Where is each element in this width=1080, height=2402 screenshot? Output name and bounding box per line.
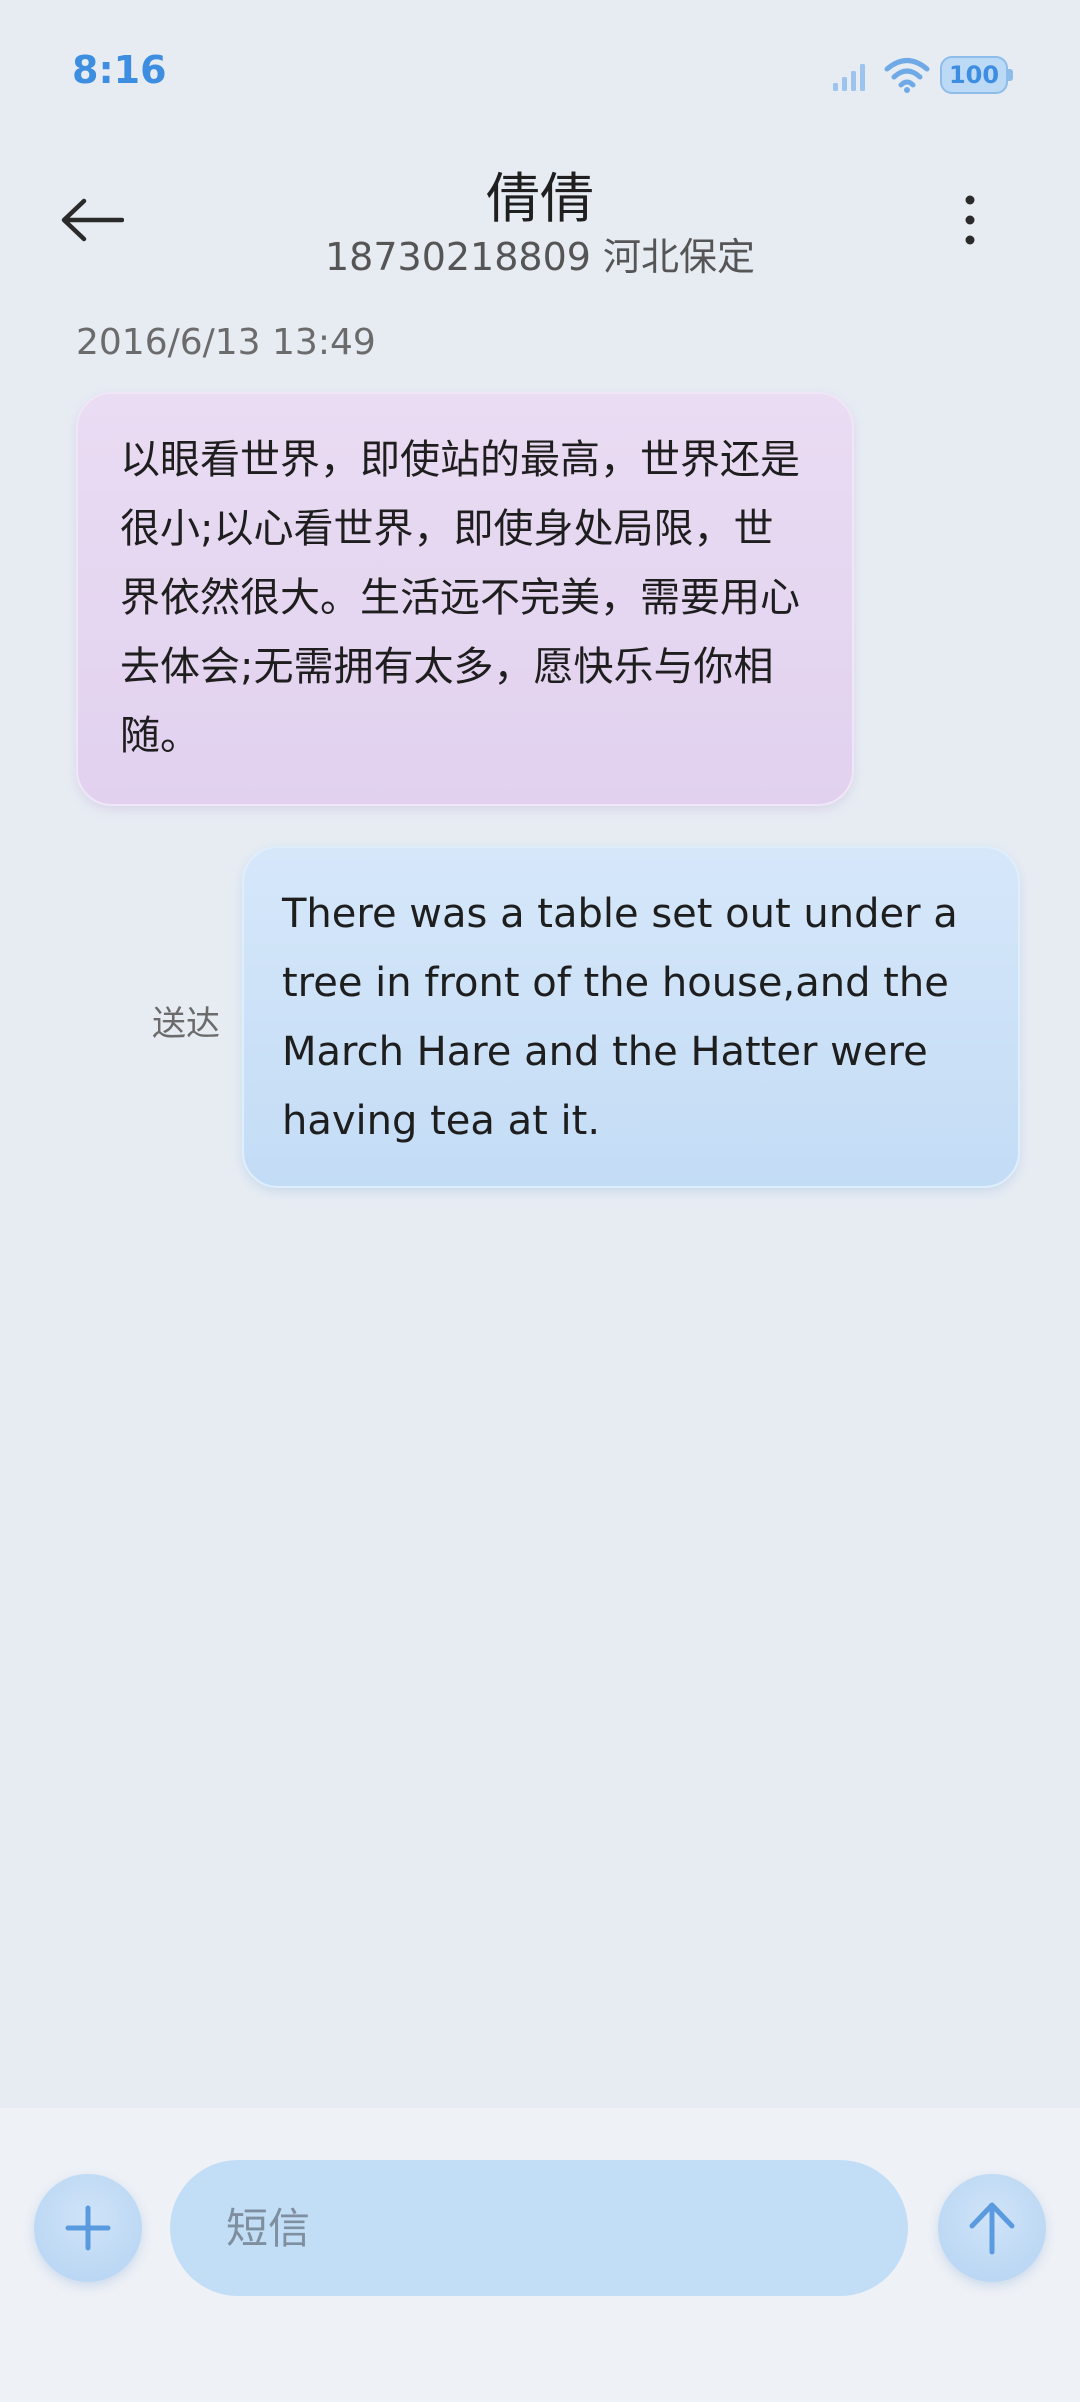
conversation-header: 倩倩 18730218809 河北保定 bbox=[0, 150, 1080, 290]
plus-icon bbox=[65, 2205, 111, 2251]
send-arrow-icon bbox=[969, 2202, 1015, 2255]
sent-message-bubble[interactable]: There was a table set out under a tree i… bbox=[242, 846, 1020, 1188]
contact-name: 倩倩 bbox=[486, 167, 594, 230]
received-message-bubble[interactable]: 以眼看世界，即使站的最高，世界还是很小;以心看世界，即使身处局限，世界依然很大。… bbox=[76, 392, 854, 806]
status-time: 8:16 bbox=[72, 48, 167, 92]
delivery-status: 送达 bbox=[152, 1004, 220, 1044]
contact-number-location: 18730218809 河北保定 bbox=[324, 235, 756, 279]
signal-icon bbox=[833, 64, 865, 91]
send-button[interactable] bbox=[938, 2174, 1046, 2282]
compose-bar bbox=[0, 2108, 1080, 2402]
battery-icon: 100 bbox=[940, 56, 1013, 94]
battery-level: 100 bbox=[948, 61, 1000, 89]
message-timestamp: 2016/6/13 13:49 bbox=[76, 322, 376, 363]
more-options-button[interactable] bbox=[930, 180, 1010, 260]
status-bar: 8:16 100 bbox=[0, 0, 1080, 150]
message-text: There was a table set out under a tree i… bbox=[282, 891, 958, 1144]
wifi-icon bbox=[884, 58, 930, 93]
message-text: 以眼看世界，即使站的最高，世界还是很小;以心看世界，即使身处局限，世界依然很大。… bbox=[120, 437, 800, 759]
message-input[interactable] bbox=[170, 2160, 908, 2296]
attach-button[interactable] bbox=[34, 2174, 142, 2282]
more-vertical-icon bbox=[965, 195, 975, 245]
